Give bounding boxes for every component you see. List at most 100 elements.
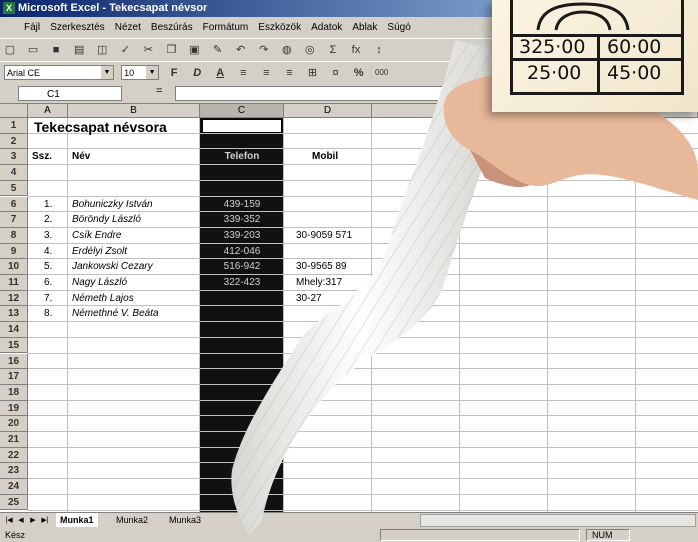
row-header[interactable]: 20: [0, 416, 28, 432]
copy-icon[interactable]: ❐: [163, 42, 179, 58]
selected-column-c[interactable]: [200, 118, 284, 512]
header-name-cell[interactable]: Név: [72, 151, 90, 162]
row-header[interactable]: 2: [0, 133, 28, 150]
row-header[interactable]: 22: [0, 447, 28, 464]
prev-sheet-icon[interactable]: ◀: [16, 515, 26, 526]
row-header[interactable]: 17: [0, 369, 28, 385]
row-header[interactable]: 21: [0, 432, 28, 448]
phone-cell[interactable]: 516-942: [200, 261, 284, 272]
row-header[interactable]: 9: [0, 243, 28, 260]
row-number-cell[interactable]: 7.: [44, 293, 52, 304]
name-cell[interactable]: Csík Endre: [72, 230, 121, 241]
name-cell[interactable]: Erdélyi Zsolt: [72, 246, 127, 257]
save-icon[interactable]: ■: [48, 42, 64, 58]
row-header[interactable]: 15: [0, 337, 28, 354]
align-right-icon[interactable]: ≡: [281, 65, 297, 81]
thousands-separator-button[interactable]: 000: [374, 65, 390, 81]
worksheet-grid[interactable]: A B C D 1 2 3 4 5 6 7 8 9 10 11 12 13 14 15 16 17 18 19 20 2…: [0, 104, 698, 512]
merge-center-icon[interactable]: ⊞: [305, 65, 321, 81]
menu-item-window[interactable]: Ablak: [352, 22, 377, 33]
menu-item-edit[interactable]: Szerkesztés: [50, 22, 104, 33]
name-cell[interactable]: Némethné V. Beáta: [72, 308, 159, 319]
paste-icon[interactable]: ▣: [187, 42, 203, 58]
cut-icon[interactable]: ✂: [140, 42, 156, 58]
header-phone-cell[interactable]: Telefon: [200, 151, 284, 162]
mobile-cell[interactable]: Mhely:317: [296, 277, 342, 288]
menu-item-file[interactable]: Fájl: [24, 22, 40, 33]
row-header[interactable]: 12: [0, 290, 28, 307]
name-cell[interactable]: Nagy László: [72, 277, 127, 288]
select-all-corner[interactable]: [0, 104, 28, 118]
row-header[interactable]: 16: [0, 353, 28, 370]
sort-ascending-icon[interactable]: ↕: [371, 42, 387, 58]
menu-item-view[interactable]: Nézet: [115, 22, 141, 33]
open-folder-icon[interactable]: ▭: [25, 42, 41, 58]
row-number-cell[interactable]: 1.: [44, 199, 52, 210]
row-header[interactable]: 6: [0, 196, 28, 213]
italic-button[interactable]: D: [189, 65, 205, 81]
row-header[interactable]: 14: [0, 322, 28, 338]
font-name-select[interactable]: Arial CE ▼: [4, 65, 114, 80]
row-header[interactable]: 8: [0, 227, 28, 244]
next-sheet-icon[interactable]: ▶: [28, 515, 38, 526]
new-document-icon[interactable]: ▢: [2, 42, 18, 58]
row-header[interactable]: 4: [0, 165, 28, 181]
row-header[interactable]: 1: [0, 118, 28, 134]
phone-cell[interactable]: 412-046: [200, 246, 284, 257]
currency-icon[interactable]: ¤: [328, 65, 344, 81]
row-header[interactable]: 23: [0, 463, 28, 480]
column-header-d[interactable]: D: [284, 104, 372, 118]
mobile-cell[interactable]: 30-9059 571: [296, 230, 352, 241]
name-cell[interactable]: Jankowski Cezary: [72, 261, 153, 272]
row-header[interactable]: 11: [0, 275, 28, 291]
undo-icon[interactable]: ↶: [233, 42, 249, 58]
tab-munka1[interactable]: Munka1: [56, 513, 98, 527]
row-header[interactable]: 5: [0, 180, 28, 197]
sheet-title-cell[interactable]: Tekecsapat névsora: [34, 119, 167, 135]
font-size-select[interactable]: 10 ▼: [121, 65, 160, 80]
column-header-c[interactable]: C: [200, 104, 284, 118]
redo-icon[interactable]: ↷: [256, 42, 272, 58]
underline-button[interactable]: A: [212, 65, 228, 81]
header-num-cell[interactable]: Ssz.: [32, 151, 52, 162]
horizontal-scrollbar[interactable]: [420, 514, 696, 527]
mobile-cell[interactable]: 30-9565 89: [296, 261, 347, 272]
tab-munka2[interactable]: Munka2: [112, 513, 153, 527]
phone-cell[interactable]: 339-203: [200, 230, 284, 241]
autosum-icon[interactable]: Σ: [325, 42, 341, 58]
menu-item-insert[interactable]: Beszúrás: [151, 22, 193, 33]
menu-item-data[interactable]: Adatok: [311, 22, 342, 33]
print-icon[interactable]: ▤: [71, 42, 87, 58]
print-preview-icon[interactable]: ◫: [94, 42, 110, 58]
column-header-a[interactable]: A: [28, 104, 68, 118]
row-number-cell[interactable]: 8.: [44, 308, 52, 319]
first-sheet-icon[interactable]: |◀: [4, 515, 14, 526]
row-number-cell[interactable]: 5.: [44, 261, 52, 272]
row-number-cell[interactable]: 6.: [44, 277, 52, 288]
name-cell[interactable]: Böröndy László: [72, 214, 141, 225]
spellcheck-icon[interactable]: ✓: [117, 42, 133, 58]
row-header[interactable]: 24: [0, 479, 28, 495]
web-toolbar-icon[interactable]: ◎: [302, 42, 318, 58]
row-number-cell[interactable]: 3.: [44, 230, 52, 241]
name-box[interactable]: C1: [18, 86, 122, 101]
row-header[interactable]: 13: [0, 306, 28, 323]
menu-item-help[interactable]: Súgó: [387, 22, 410, 33]
mobile-cell[interactable]: 30-27: [296, 293, 322, 304]
phone-cell[interactable]: 439-159: [200, 199, 284, 210]
row-number-cell[interactable]: 4.: [44, 246, 52, 257]
align-center-icon[interactable]: ≡: [258, 65, 274, 81]
menu-item-tools[interactable]: Eszközök: [258, 22, 301, 33]
last-sheet-icon[interactable]: ▶|: [40, 515, 50, 526]
align-left-icon[interactable]: ≡: [235, 65, 251, 81]
menu-item-format[interactable]: Formátum: [203, 22, 249, 33]
formula-equals[interactable]: =: [156, 85, 162, 97]
phone-cell[interactable]: 339-352: [200, 214, 284, 225]
row-header[interactable]: 7: [0, 212, 28, 228]
row-number-cell[interactable]: 2.: [44, 214, 52, 225]
function-icon[interactable]: fx: [348, 42, 364, 58]
name-cell[interactable]: Bohuniczky István: [72, 199, 153, 210]
row-header[interactable]: 19: [0, 400, 28, 417]
row-header[interactable]: 18: [0, 384, 28, 401]
tab-munka3[interactable]: Munka3: [165, 513, 206, 527]
